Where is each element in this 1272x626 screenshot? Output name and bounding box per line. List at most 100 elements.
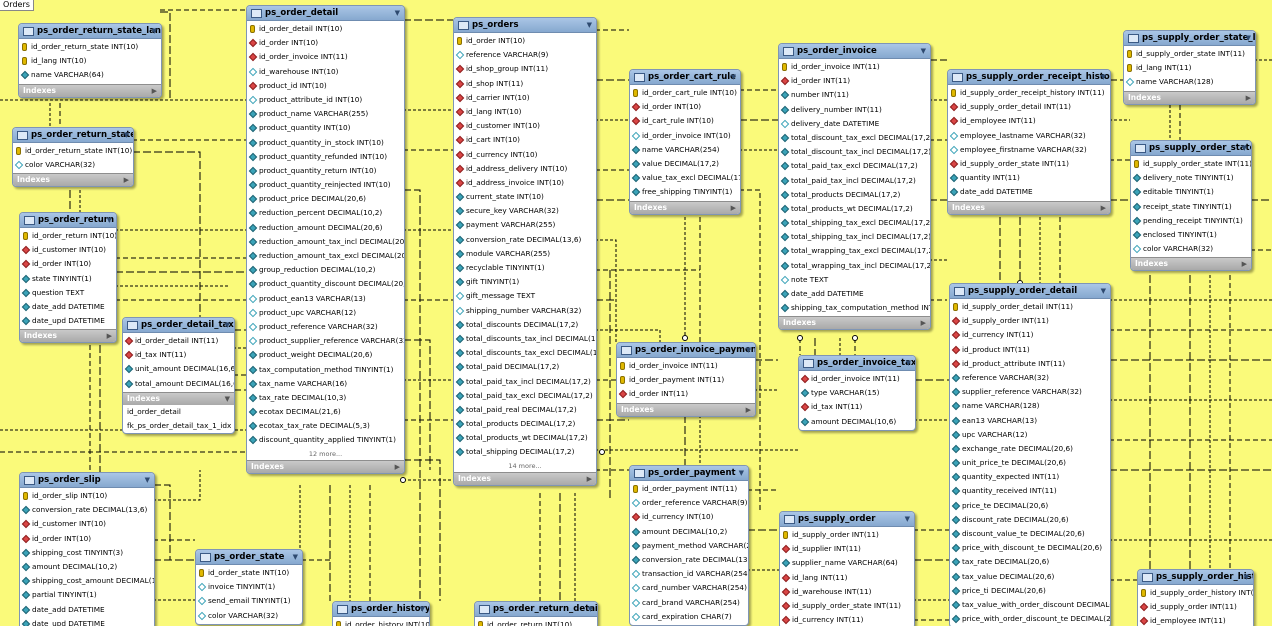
column-row[interactable]: id_order_cart_rule INT(10) <box>630 86 740 100</box>
column-row[interactable]: discount_rate DECIMAL(20,6) <box>950 513 1110 527</box>
column-row[interactable]: reduction_percent DECIMAL(10,2) <box>247 206 404 220</box>
column-row[interactable]: id_cart_rule INT(10) <box>630 114 740 128</box>
column-row[interactable]: price_with_order_discount_te DECIMAL(20,… <box>950 612 1110 626</box>
column-row[interactable]: question TEXT <box>20 286 116 300</box>
table-header[interactable]: ps_order_invoice ▼ <box>779 44 930 59</box>
column-row[interactable]: id_order_slip INT(10) <box>20 489 154 503</box>
table-header[interactable]: ps_supply_order ▼ <box>780 512 914 527</box>
column-row[interactable]: color VARCHAR(32) <box>13 158 133 172</box>
column-row[interactable]: id_order INT(10) <box>247 36 404 50</box>
column-row[interactable]: partial TINYINT(1) <box>20 588 154 602</box>
column-row[interactable]: total_paid_tax_incl DECIMAL(17,2) <box>454 375 596 389</box>
table-header[interactable]: ps_order_payment ▼ <box>630 466 748 481</box>
column-row[interactable]: type VARCHAR(15) <box>799 386 915 400</box>
column-row[interactable]: id_supply_order INT(11) <box>780 528 914 542</box>
column-row[interactable]: total_shipping_tax_excl DECIMAL(17,2) <box>779 216 930 230</box>
column-row[interactable]: ecotax DECIMAL(21,6) <box>247 405 404 419</box>
column-row[interactable]: ean13 VARCHAR(13) <box>950 414 1110 428</box>
column-row[interactable]: id_supply_order_detail INT(11) <box>948 100 1110 114</box>
column-row[interactable]: total_paid DECIMAL(17,2) <box>454 360 596 374</box>
table-ps-orders[interactable]: ps_orders ▼ id_order INT(10) reference VARC… <box>453 17 597 486</box>
column-row[interactable]: price_te DECIMAL(20,6) <box>950 499 1110 513</box>
column-row[interactable]: free_shipping TINYINT(1) <box>630 185 740 199</box>
column-row[interactable]: conversion_rate DECIMAL(13,6) <box>20 503 154 517</box>
column-row[interactable]: id_employee INT(11) <box>948 114 1110 128</box>
column-row[interactable]: id_shop INT(11) <box>454 77 596 91</box>
collapse-arrow-icon[interactable]: ▼ <box>1246 31 1251 45</box>
column-row[interactable]: reduction_amount DECIMAL(20,6) <box>247 221 404 235</box>
expand-right-icon[interactable]: ▶ <box>1246 92 1251 104</box>
table-ps-order-return[interactable]: ps_order_return ▼ id_order_return INT(10) i… <box>19 212 117 344</box>
collapse-arrow-icon[interactable]: ▼ <box>1244 570 1249 584</box>
column-row[interactable]: tax_name VARCHAR(16) <box>247 377 404 391</box>
column-row[interactable]: total_amount DECIMAL(16,6) <box>123 377 234 391</box>
collapse-arrow-icon[interactable]: ▼ <box>731 70 736 84</box>
column-row[interactable]: number INT(11) <box>779 88 930 102</box>
column-row[interactable]: pending_receipt TINYINT(1) <box>1131 214 1251 228</box>
expand-right-icon[interactable]: ▶ <box>921 317 926 329</box>
column-row[interactable]: exchange_rate DECIMAL(20,6) <box>950 442 1110 456</box>
column-row[interactable]: card_number VARCHAR(254) <box>630 581 748 595</box>
table-ps-supply-order-state[interactable]: ps_supply_order_state ▼ id_supply_order_st… <box>1130 140 1252 272</box>
column-row[interactable]: id_supply_order_state INT(11) <box>780 599 914 613</box>
table-ps-order-return-detail[interactable]: ps_order_return_detail ▼ id_order_return I… <box>474 601 598 626</box>
column-row[interactable]: note TEXT <box>779 273 930 287</box>
expand-right-icon[interactable]: ▶ <box>1101 202 1106 214</box>
column-row[interactable]: id_order INT(10) <box>20 257 116 271</box>
column-row[interactable]: total_shipping_tax_incl DECIMAL(17,2) <box>779 230 930 244</box>
column-row[interactable]: ecotax_tax_rate DECIMAL(5,3) <box>247 419 404 433</box>
column-row[interactable]: name VARCHAR(64) <box>19 68 161 82</box>
column-row[interactable]: order_reference VARCHAR(9) <box>630 496 748 510</box>
indexes-section-header[interactable]: Indexes ▶ <box>247 459 404 473</box>
column-row[interactable]: product_id INT(10) <box>247 79 404 93</box>
table-header[interactable]: ps_order_return_state ▼ <box>13 128 133 143</box>
column-row[interactable]: total_paid_real DECIMAL(17,2) <box>454 403 596 417</box>
column-row[interactable]: unit_amount DECIMAL(16,6) <box>123 362 234 376</box>
column-row[interactable]: id_supply_order_history INT(11) <box>1138 586 1253 600</box>
column-row[interactable]: total_paid_tax_incl DECIMAL(17,2) <box>779 174 930 188</box>
column-row[interactable]: payment_method VARCHAR(255) <box>630 539 748 553</box>
column-row[interactable]: gift TINYINT(1) <box>454 275 596 289</box>
column-row[interactable]: total_paid_tax_excl DECIMAL(17,2) <box>779 159 930 173</box>
column-row[interactable]: payment VARCHAR(255) <box>454 218 596 232</box>
column-row[interactable]: product_ean13 VARCHAR(13) <box>247 292 404 306</box>
collapse-arrow-icon[interactable]: ▼ <box>921 44 926 58</box>
column-row[interactable]: id_currency INT(10) <box>630 510 748 524</box>
column-row[interactable]: transaction_id VARCHAR(254) <box>630 567 748 581</box>
table-ps-order-detail[interactable]: ps_order_detail ▼ id_order_detail INT(10) i… <box>246 5 405 474</box>
table-header[interactable]: ps_orders ▼ <box>454 18 596 33</box>
column-row[interactable]: value DECIMAL(17,2) <box>630 157 740 171</box>
column-row[interactable]: conversion_rate DECIMAL(13,6) <box>454 233 596 247</box>
column-row[interactable]: price_with_discount_te DECIMAL(20,6) <box>950 541 1110 555</box>
column-row[interactable]: product_upc VARCHAR(12) <box>247 306 404 320</box>
column-row[interactable]: product_quantity_return INT(10) <box>247 164 404 178</box>
column-row[interactable]: id_order_invoice INT(11) <box>617 359 755 373</box>
expand-right-icon[interactable]: ▶ <box>731 202 736 214</box>
table-ps-supply-order-detail[interactable]: ps_supply_order_detail ▼ id_supply_order_d… <box>949 283 1111 626</box>
column-row[interactable]: product_price DECIMAL(20,6) <box>247 192 404 206</box>
column-row[interactable]: reduction_amount_tax_excl DECIMAL(20,6) <box>247 249 404 263</box>
column-row[interactable]: date_add DATETIME <box>948 185 1110 199</box>
table-ps-order-payment[interactable]: ps_order_payment ▼ id_order_payment INT(11… <box>629 465 749 626</box>
column-row[interactable]: id_supply_order_state INT(11) <box>948 157 1110 171</box>
column-row[interactable]: total_wrapping_tax_incl DECIMAL(17,2) <box>779 259 930 273</box>
collapse-arrow-icon[interactable]: ▼ <box>1101 284 1106 298</box>
indexes-section-header[interactable]: Indexes ▶ <box>13 173 133 187</box>
collapse-arrow-icon[interactable]: ▼ <box>906 356 911 370</box>
column-row[interactable]: id_order_return INT(10) <box>475 618 597 626</box>
expand-right-icon[interactable]: ▶ <box>152 85 157 97</box>
indexes-section-header[interactable]: Indexes ▶ <box>630 200 740 214</box>
column-row[interactable]: reference VARCHAR(32) <box>950 371 1110 385</box>
column-row[interactable]: recyclable TINYINT(1) <box>454 261 596 275</box>
collapse-arrow-icon[interactable]: ▼ <box>746 343 751 357</box>
column-row[interactable]: date_add DATETIME <box>20 603 154 617</box>
column-row[interactable]: product_weight DECIMAL(20,6) <box>247 348 404 362</box>
column-row[interactable]: enclosed TINYINT(1) <box>1131 228 1251 242</box>
collapse-arrow-icon[interactable]: ▼ <box>152 24 157 38</box>
relationship-line[interactable] <box>595 239 617 342</box>
column-row[interactable]: id_tax INT(11) <box>799 400 915 414</box>
indexes-section-header[interactable]: Indexes ▶ <box>948 200 1110 214</box>
column-row[interactable]: tax_rate DECIMAL(20,6) <box>950 555 1110 569</box>
column-row[interactable]: employee_lastname VARCHAR(32) <box>948 129 1110 143</box>
column-row[interactable]: name VARCHAR(128) <box>1124 75 1255 89</box>
